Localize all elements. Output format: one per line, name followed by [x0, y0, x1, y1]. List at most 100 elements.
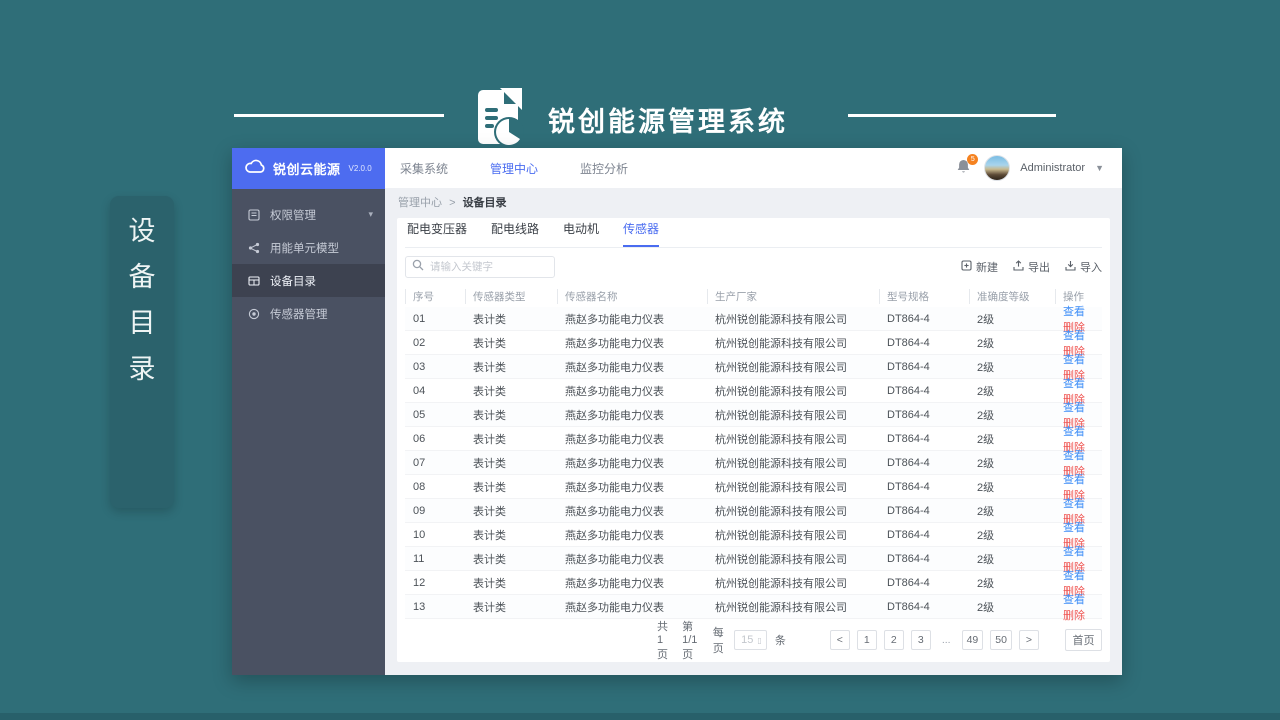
cell-sensor-type: 表计类 [473, 601, 506, 614]
share-nodes-icon [248, 241, 261, 254]
tab-distribution-line[interactable]: 配电线路 [491, 220, 539, 247]
view-link[interactable]: 查看 [1063, 402, 1085, 414]
cell-manufacturer: 杭州锐创能源科技有限公司 [715, 529, 847, 542]
tab-motor[interactable]: 电动机 [563, 220, 599, 247]
cell-model-spec: DT864-4 [887, 576, 930, 589]
first-page-button[interactable]: 首页 [1064, 629, 1102, 651]
view-link[interactable]: 查看 [1063, 378, 1085, 390]
cell-sensor-type: 表计类 [473, 313, 506, 326]
cell-accuracy: 2级 [977, 601, 995, 614]
cell-sensor-type: 表计类 [473, 457, 506, 470]
cell-accuracy: 2级 [977, 577, 995, 590]
user-avatar[interactable] [984, 155, 1011, 181]
per-page-stepper-icon[interactable]: ▯ [757, 636, 761, 645]
page-number-buttons: 1 2 3... 49 50 [856, 630, 1012, 650]
cell-no: 04 [413, 384, 426, 397]
cell-accuracy: 2级 [977, 529, 995, 542]
search-input[interactable] [430, 260, 548, 273]
cell-accuracy: 2级 [977, 337, 995, 350]
tab-sensor[interactable]: 传感器 [623, 220, 660, 247]
view-link[interactable]: 查看 [1063, 474, 1085, 486]
breadcrumb: 管理中心 > 设备目录 [385, 188, 1122, 218]
breadcrumb-separator: > [449, 197, 456, 209]
bottom-accent-strip [0, 713, 1280, 720]
document-logo-icon [474, 88, 528, 153]
import-button-label: 导入 [1080, 261, 1102, 274]
pagination-pages: < 1 2 3... 49 50 > [829, 630, 1039, 650]
product-name: 锐创云能源 [273, 162, 341, 177]
nav-item-monitoring-analysis[interactable]: 监控分析 [580, 160, 628, 177]
view-link[interactable]: 查看 [1063, 450, 1085, 462]
new-button[interactable]: 新建 [961, 259, 998, 275]
per-page-value: 15 [741, 634, 754, 646]
page-number-button[interactable]: 50 [990, 630, 1012, 650]
cell-model-spec: DT864-4 [887, 312, 930, 325]
total-pages-text: 共1页 [657, 621, 668, 661]
header-divider-right [848, 114, 1056, 117]
cell-manufacturer: 杭州锐创能源科技有限公司 [715, 337, 847, 350]
breadcrumb-parent[interactable]: 管理中心 [398, 197, 442, 209]
per-page-label: 每页 [712, 627, 724, 655]
side-tab-device-directory[interactable]: 设 备 目 录 [110, 196, 174, 508]
cell-model-spec: DT864-4 [887, 504, 930, 517]
sidebar-item-sensor-management[interactable]: 传感器管理 [232, 297, 385, 330]
view-link[interactable]: 查看 [1063, 546, 1085, 558]
cell-no: 05 [413, 408, 426, 421]
main-area: 采集系统 管理中心 监控分析 5 Administrator ▼ 管理中心 > … [385, 148, 1122, 675]
page-number-button[interactable]: 2 [883, 630, 904, 650]
cell-sensor-name: 燕赵多功能电力仪表 [565, 385, 664, 398]
target-icon [248, 307, 261, 320]
view-link[interactable]: 查看 [1063, 594, 1085, 606]
pagination-bar: 共1页 第1/1页 每页 15 ▯ 条 < 1 2 3... 49 50 > 首页 [405, 618, 1102, 662]
cell-model-spec: DT864-4 [887, 528, 930, 541]
tab-distribution-transformer[interactable]: 配电变压器 [407, 220, 467, 247]
per-page-input[interactable]: 15 ▯ [734, 630, 767, 650]
cell-accuracy: 2级 [977, 481, 995, 494]
sidebar-item-label: 权限管理 [270, 209, 316, 222]
cell-no: 01 [413, 312, 426, 325]
user-name: Administrator [1020, 162, 1086, 174]
next-page-button[interactable]: > [1018, 630, 1039, 650]
view-link[interactable]: 查看 [1063, 354, 1085, 366]
column-header-manufacturer: 生产厂家 [707, 288, 879, 304]
view-link[interactable]: 查看 [1063, 306, 1085, 318]
top-navbar: 采集系统 管理中心 监控分析 5 Administrator ▼ [385, 148, 1122, 188]
import-download-icon [1065, 260, 1076, 274]
cell-no: 09 [413, 504, 426, 517]
cell-sensor-type: 表计类 [473, 409, 506, 422]
view-link[interactable]: 查看 [1063, 330, 1085, 342]
nav-item-management-center[interactable]: 管理中心 [490, 160, 538, 177]
sidebar-item-device-directory[interactable]: 设备目录 [232, 264, 385, 297]
page-number-button[interactable]: 49 [961, 630, 984, 650]
cell-sensor-name: 燕赵多功能电力仪表 [565, 457, 664, 470]
table-row: 05 表计类 燕赵多功能电力仪表 杭州锐创能源科技有限公司 DT864-4 2级… [405, 402, 1102, 430]
cell-no: 03 [413, 360, 426, 373]
cell-accuracy: 2级 [977, 409, 995, 422]
toolbar-actions: 新建 导出 导入 [961, 259, 1102, 275]
notification-bell-icon[interactable]: 5 [956, 154, 979, 178]
cell-manufacturer: 杭州锐创能源科技有限公司 [715, 457, 847, 470]
cell-model-spec: DT864-4 [887, 552, 930, 565]
cell-manufacturer: 杭州锐创能源科技有限公司 [715, 385, 847, 398]
view-link[interactable]: 查看 [1063, 426, 1085, 438]
sidebar-item-permissions[interactable]: 权限管理 ▾ [232, 198, 385, 231]
export-button[interactable]: 导出 [1013, 259, 1050, 275]
cell-accuracy: 2级 [977, 553, 995, 566]
sidebar-item-energy-unit-model[interactable]: 用能单元模型 [232, 231, 385, 264]
view-link[interactable]: 查看 [1063, 498, 1085, 510]
new-button-label: 新建 [976, 261, 998, 274]
prev-page-button[interactable]: < [829, 630, 850, 650]
cell-no: 12 [413, 576, 426, 589]
import-button[interactable]: 导入 [1065, 259, 1102, 275]
view-link[interactable]: 查看 [1063, 570, 1085, 582]
user-menu-chevron-icon[interactable]: ▼ [1095, 163, 1104, 173]
nav-item-collection-system[interactable]: 采集系统 [400, 160, 448, 177]
breadcrumb-current: 设备目录 [462, 197, 507, 209]
view-link[interactable]: 查看 [1063, 522, 1085, 534]
side-tab-char: 录 [128, 354, 156, 384]
product-version: V2.0.0 [348, 164, 372, 173]
cell-sensor-type: 表计类 [473, 361, 506, 374]
page-number-button[interactable]: 1 [856, 630, 877, 650]
page-number-button[interactable]: 3 [910, 630, 931, 650]
unit-label: 条 [774, 635, 786, 647]
